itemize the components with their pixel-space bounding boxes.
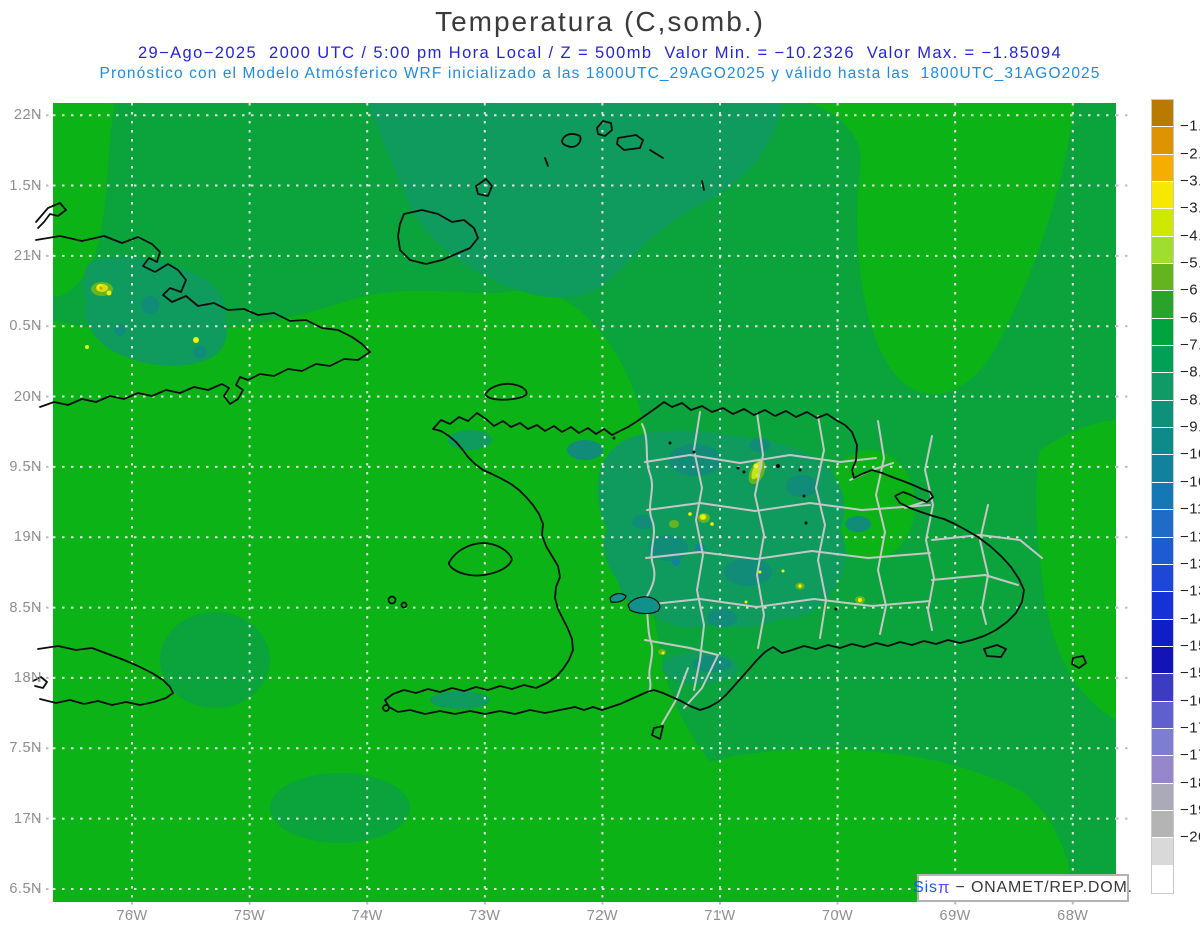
colorbar-segment — [1152, 400, 1173, 428]
map-plot — [28, 103, 1134, 918]
lat-tick-label: 1.5N — [9, 177, 42, 194]
colorbar-segment — [1152, 783, 1173, 810]
colorbar-segment — [1152, 127, 1173, 154]
colorbar-tick-label: −6.7 — [1180, 309, 1200, 327]
lon-tick-label: 72W — [586, 908, 619, 924]
colorbar-tick-label: −2.5 — [1180, 145, 1200, 163]
brand-org-label: ONAMET/REP.DOM. — [970, 879, 1133, 896]
colorbar-segment — [1152, 674, 1173, 701]
colorbar-segment — [1152, 291, 1173, 318]
lat-tick-label: 19N — [13, 529, 42, 546]
colorbar-tick-label: −6 — [1180, 281, 1199, 299]
lon-tick-label: 70W — [821, 908, 854, 924]
colorbar-segment — [1152, 209, 1173, 236]
lat-tick-label: 8.5N — [9, 599, 42, 616]
weather-map-figure: Temperatura (C,somb.) 29−Ago−2025 2000 U… — [0, 0, 1200, 927]
lat-tick-label: 7.5N — [9, 740, 42, 757]
lat-tick-label: 20N — [13, 388, 42, 405]
colorbar-tick-label: −3.9 — [1180, 199, 1200, 217]
lon-tick-label: 68W — [1057, 908, 1089, 924]
colorbar-segment — [1152, 318, 1173, 346]
colorbar-tick-label: −19.3 — [1180, 801, 1200, 819]
colorbar-tick-label: −12.3 — [1180, 528, 1200, 546]
colorbar-segment — [1152, 346, 1173, 373]
colorbar-segment — [1152, 482, 1173, 510]
colorbar-tick-label: −10.9 — [1180, 473, 1200, 491]
colorbar-tick-label: −15.1 — [1180, 637, 1200, 655]
colorbar-segment — [1152, 428, 1173, 455]
colorbar-segment — [1152, 701, 1173, 728]
colorbar-tick-label: −10.2 — [1180, 445, 1200, 463]
colorbar-tick-label: −18.6 — [1180, 774, 1200, 792]
lat-tick-label: 9.5N — [9, 458, 42, 475]
lat-tick-label: 18N — [13, 669, 42, 686]
colorbar-segment — [1152, 865, 1173, 892]
colorbar-segment — [1152, 537, 1173, 564]
colorbar-tick-label: −13 — [1180, 555, 1200, 573]
temperature-shading — [53, 103, 1116, 902]
colorbar-segment — [1152, 838, 1173, 865]
colorbar-segment — [1152, 373, 1173, 400]
colorbar-tick-label: −17.2 — [1180, 719, 1200, 737]
branding-box: Sis π − ONAMET/REP.DOM. — [913, 874, 1132, 902]
colorbar-segment — [1152, 236, 1173, 264]
lon-tick-label: 74W — [351, 908, 383, 924]
colorbar-tick-label: −8.8 — [1180, 391, 1200, 409]
colorbar-tick-label: −1.8 — [1180, 117, 1200, 135]
colorbar-segment — [1152, 756, 1173, 783]
colorbar-tick-label: −20 — [1180, 828, 1200, 846]
colorbar-tick-label: −13.7 — [1180, 582, 1200, 600]
colorbar-tick-label: −11.6 — [1180, 500, 1200, 518]
colorbar-segment — [1152, 455, 1173, 482]
colorbar-segment — [1152, 182, 1173, 209]
colorbar-tick-label: −16.5 — [1180, 692, 1200, 710]
brand-sis-label: Sis — [913, 879, 938, 896]
colorbar-segment — [1152, 728, 1173, 756]
colorbar-tick-label: −15.8 — [1180, 664, 1200, 682]
lon-tick-label: 76W — [116, 908, 148, 924]
lat-tick-label: 21N — [13, 247, 42, 264]
colorbar — [1151, 99, 1174, 894]
colorbar-tick-label: −17.9 — [1180, 746, 1200, 764]
colorbar-tick-label: −14.4 — [1180, 610, 1200, 628]
colorbar-tick-label: −9.5 — [1180, 418, 1200, 436]
lat-tick-label: 17N — [13, 810, 42, 827]
colorbar-segment — [1152, 100, 1173, 127]
colorbar-segment — [1152, 510, 1173, 537]
colorbar-segment — [1152, 154, 1173, 182]
lon-tick-label: 75W — [233, 908, 266, 924]
colorbar-segment — [1152, 564, 1173, 592]
colorbar-tick-label: −5.3 — [1180, 254, 1200, 272]
colorbar-segment — [1152, 619, 1173, 646]
colorbar-tick-label: −7.4 — [1180, 336, 1200, 354]
colorbar-segment — [1152, 592, 1173, 619]
colorbar-tick-label: −3.2 — [1180, 172, 1200, 190]
lon-tick-label: 73W — [469, 908, 501, 924]
lon-tick-label: 71W — [704, 908, 736, 924]
brand-separator: − — [950, 879, 971, 896]
colorbar-tick-label: −4.6 — [1180, 227, 1200, 245]
colorbar-tick-label: −8.1 — [1180, 363, 1200, 381]
lat-tick-label: 6.5N — [9, 880, 42, 897]
pi-icon: π — [937, 878, 951, 897]
colorbar-segment — [1152, 646, 1173, 674]
lat-tick-label: 22N — [13, 107, 42, 124]
lat-tick-label: 0.5N — [9, 318, 42, 335]
colorbar-segment — [1152, 264, 1173, 291]
lon-tick-label: 69W — [939, 908, 971, 924]
colorbar-segment — [1152, 810, 1173, 838]
